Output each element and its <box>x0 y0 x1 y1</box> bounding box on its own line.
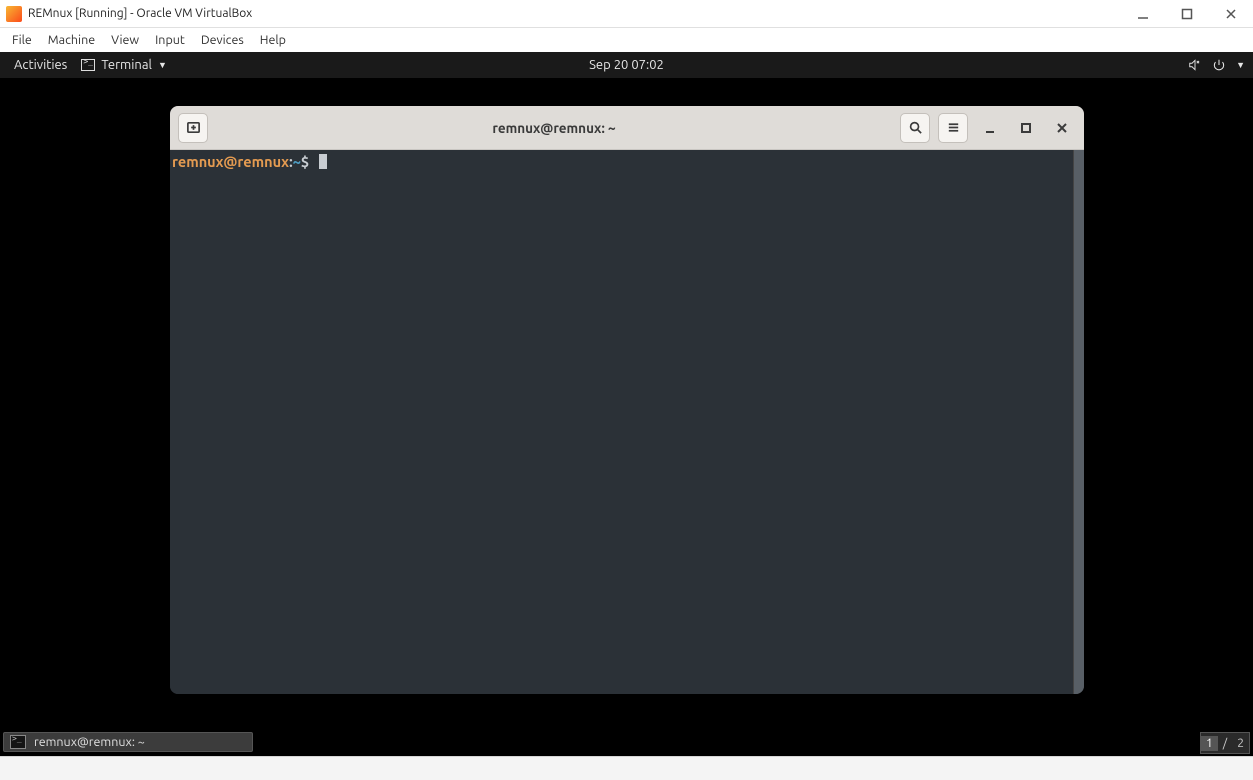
power-icon <box>1212 58 1226 72</box>
gnome-status-area[interactable]: ▼ <box>1188 58 1245 72</box>
vbox-window-title: REMnux [Running] - Oracle VM VirtualBox <box>28 7 252 20</box>
chevron-down-icon: ▼ <box>158 60 167 70</box>
workspace-total: 2 <box>1232 736 1249 751</box>
terminal-icon <box>10 735 26 749</box>
workspace-current: 1 <box>1201 736 1218 751</box>
terminal-cursor <box>319 154 327 169</box>
terminal-minimize-button[interactable] <box>976 114 1004 142</box>
virtualbox-icon <box>6 6 22 22</box>
terminal-body[interactable]: remnux@remnux:~$ <box>170 150 1084 694</box>
terminal-new-tab-button[interactable] <box>178 113 208 143</box>
terminal-scrollbar[interactable] <box>1073 150 1084 694</box>
workspace-sep: / <box>1218 736 1232 751</box>
terminal-headerbar: remnux@remnux: ~ <box>170 106 1084 150</box>
speaker-mute-icon <box>1188 58 1202 72</box>
gnome-clock[interactable]: Sep 20 07:02 <box>589 58 664 72</box>
vbox-titlebar: REMnux [Running] - Oracle VM VirtualBox <box>0 0 1253 28</box>
terminal-search-button[interactable] <box>900 113 930 143</box>
vbox-maximize-button[interactable] <box>1179 6 1195 22</box>
prompt-user-host: remnux@remnux <box>172 153 289 170</box>
vbox-minimize-button[interactable] <box>1135 6 1151 22</box>
terminal-window: remnux@remnux: ~ remnux@r <box>170 106 1084 694</box>
gnome-topbar: Activities Terminal ▼ Sep 20 07:02 ▼ <box>0 52 1253 78</box>
terminal-window-title: remnux@remnux: ~ <box>208 120 900 136</box>
terminal-menu-button[interactable] <box>938 113 968 143</box>
gnome-activities-button[interactable]: Activities <box>8 58 73 72</box>
gnome-app-menu-label: Terminal <box>101 58 152 72</box>
window-list-item-terminal[interactable]: remnux@remnux: ~ <box>3 732 253 752</box>
prompt-symbol: $ <box>301 153 309 170</box>
vbox-menu-machine[interactable]: Machine <box>40 31 103 49</box>
terminal-icon <box>81 59 95 71</box>
workspace-pager[interactable]: 1/2 <box>1200 732 1250 754</box>
vbox-statusbar <box>0 756 1253 780</box>
terminal-content[interactable]: remnux@remnux:~$ <box>170 150 1073 694</box>
terminal-maximize-button[interactable] <box>1012 114 1040 142</box>
vbox-window-controls <box>1135 6 1247 22</box>
prompt-path: ~ <box>293 153 301 170</box>
guest-screen: Activities Terminal ▼ Sep 20 07:02 ▼ rem… <box>0 52 1253 756</box>
vbox-menu-file[interactable]: File <box>4 31 40 49</box>
gnome-window-list: remnux@remnux: ~ <box>3 729 253 754</box>
vbox-menu-view[interactable]: View <box>103 31 147 49</box>
vbox-menu-help[interactable]: Help <box>252 31 294 49</box>
vbox-menubar: File Machine View Input Devices Help <box>0 28 1253 52</box>
chevron-down-icon: ▼ <box>1236 60 1245 70</box>
terminal-close-button[interactable] <box>1048 114 1076 142</box>
vbox-close-button[interactable] <box>1223 6 1239 22</box>
vbox-menu-devices[interactable]: Devices <box>193 31 252 49</box>
vbox-menu-input[interactable]: Input <box>147 31 193 49</box>
gnome-app-menu[interactable]: Terminal ▼ <box>73 58 175 72</box>
window-list-item-label: remnux@remnux: ~ <box>34 735 145 749</box>
